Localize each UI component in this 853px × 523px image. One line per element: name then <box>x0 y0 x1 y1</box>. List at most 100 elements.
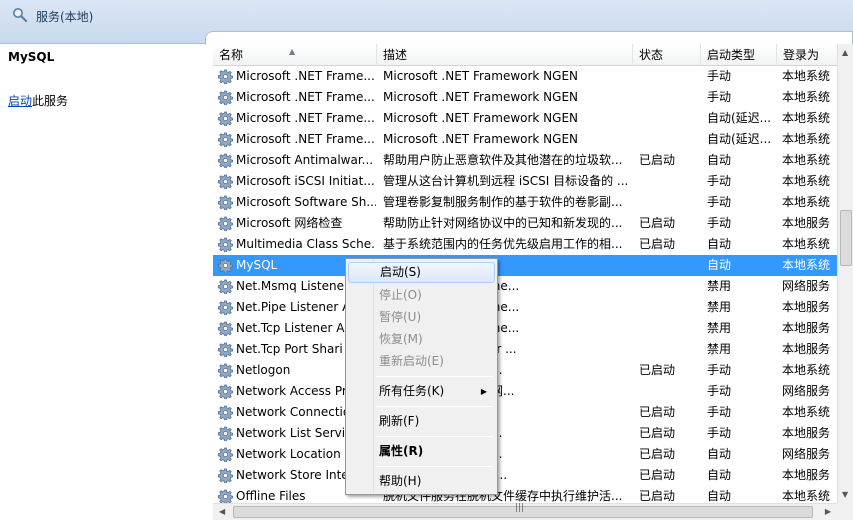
column-header-description[interactable]: 描述 <box>377 44 633 66</box>
service-startup-type: 自动 <box>707 447 732 461</box>
menu-item-all-tasks-label: 所有任务(K) <box>379 384 445 398</box>
service-gear-icon <box>218 111 233 127</box>
scroll-left-icon[interactable]: ◀ <box>219 507 225 516</box>
service-logon-as: 本地服务 <box>782 342 831 356</box>
service-status <box>639 297 699 318</box>
service-gear-icon <box>218 216 233 232</box>
service-gear-icon <box>218 237 233 253</box>
vertical-scrollbar[interactable]: ▲ ▼ <box>837 44 853 503</box>
service-logon-as: 网络服务 <box>782 447 831 461</box>
menu-item-resume[interactable]: 恢复(M) <box>348 329 495 350</box>
menu-item-pause[interactable]: 暂停(U) <box>348 307 495 328</box>
selected-service-title: MySQL <box>8 50 55 64</box>
menu-item-restart[interactable]: 重新启动(E) <box>348 351 495 372</box>
service-row[interactable]: Microsoft .NET Frame... Microsoft .NET Fr… <box>213 87 837 108</box>
menu-item-stop[interactable]: 停止(O) <box>348 285 495 306</box>
service-row[interactable]: Offline Files 脱机文件服务在脱机文件缓存中执行维护活... 已启动 自动… <box>213 486 837 503</box>
service-row[interactable]: Network List Servic络，收集和存储这些...已启动手动本地服务 <box>213 423 837 444</box>
service-row[interactable]: Network Store Inte端发送网络通知(例如...已启动自动本地服务 <box>213 465 837 486</box>
scrollbar-corner <box>837 503 853 520</box>
service-description: 管理卷影复制服务制作的基于软件的卷影副... <box>383 195 623 209</box>
scroll-up-icon[interactable]: ▲ <box>842 48 848 57</box>
service-status: 已启动 <box>639 405 676 419</box>
column-header-logon[interactable]: 登录为 <box>777 44 837 66</box>
service-row[interactable]: Netlogon维护此计算机和域控...已启动手动本地系统 <box>213 360 837 381</box>
services-magnifier-icon <box>13 8 28 23</box>
service-gear-icon <box>218 258 233 274</box>
service-row[interactable]: Microsoft .NET Frame... Microsoft .NET Fr… <box>213 108 837 129</box>
service-logon-as: 本地服务 <box>782 426 831 440</box>
service-status <box>639 276 699 297</box>
list-header: 名称 ▲ 描述 状态 启动类型 登录为 <box>213 44 837 66</box>
service-row[interactable]: Net.Tcp Listener Arequests over the ne..… <box>213 318 837 339</box>
service-description: Microsoft .NET Framework NGEN <box>383 90 579 104</box>
menu-item-start[interactable]: 启动(S) <box>348 262 495 283</box>
service-status <box>639 87 699 108</box>
service-logon-as: 本地系统 <box>782 405 831 419</box>
service-startup-type: 自动(延迟... <box>707 111 771 125</box>
scroll-down-icon[interactable]: ▼ <box>842 490 848 499</box>
column-header-startup-type[interactable]: 启动类型 <box>701 44 777 66</box>
service-name: Microsoft 网络检查 <box>236 216 343 230</box>
service-startup-type: 自动 <box>707 258 732 272</box>
menu-separator <box>376 466 493 467</box>
service-gear-icon <box>218 153 233 169</box>
pane-frame <box>205 31 853 45</box>
service-logon-as: 本地系统 <box>782 69 831 83</box>
service-status: 已启动 <box>639 447 676 461</box>
left-pane: MySQL 启动此服务 <box>0 44 205 523</box>
service-gear-icon <box>218 405 233 421</box>
start-service-link[interactable]: 启动 <box>8 94 32 108</box>
menu-item-refresh[interactable]: 刷新(F) <box>348 411 495 432</box>
scroll-right-icon[interactable]: ▶ <box>825 507 831 516</box>
service-gear-icon <box>218 384 233 400</box>
service-gear-icon <box>218 342 233 358</box>
service-row[interactable]: Microsoft .NET Frame... Microsoft .NET Fr… <box>213 129 837 150</box>
service-row[interactable]: Microsoft .NET Frame... Microsoft .NET Fr… <box>213 66 837 87</box>
menu-item-help[interactable]: 帮助(H) <box>348 471 495 492</box>
service-row[interactable]: Microsoft 网络检查 帮助防止针对网络协议中的已知和新发现的... 已启动 手… <box>213 213 837 234</box>
vertical-scroll-thumb[interactable] <box>840 210 852 266</box>
service-startup-type: 手动 <box>707 174 732 188</box>
menu-item-all-tasks[interactable]: 所有任务(K) ▶ <box>348 381 495 402</box>
service-row[interactable]: Network Connectio”文件夹中对象，在...已启动手动本地系统 <box>213 402 837 423</box>
service-row[interactable]: Net.Msmq Listenerrequests over the ne...… <box>213 276 837 297</box>
service-row[interactable]: Multimedia Class Sche... 基于系统范围内的任务优先级启用工… <box>213 234 837 255</box>
service-row[interactable]: Net.Tcp Port Sharihare TCP ports over ..… <box>213 339 837 360</box>
menu-item-properties[interactable]: 属性(R) <box>348 441 495 462</box>
service-row[interactable]: Net.Pipe Listener Arequests over the ne.… <box>213 297 837 318</box>
service-name: Microsoft iSCSI Initiat... <box>236 174 375 188</box>
service-logon-as: 本地系统 <box>782 174 831 188</box>
column-header-name[interactable]: 名称 ▲ <box>213 44 377 66</box>
horizontal-scrollbar[interactable]: ◀ ||| ▶ <box>213 503 837 520</box>
service-row[interactable]: Network Access Pr处理服务收集和管理网...手动网络服务 <box>213 381 837 402</box>
service-startup-type: 自动 <box>707 468 732 482</box>
service-startup-type: 禁用 <box>707 300 732 314</box>
chevron-right-icon: ▶ <box>480 387 487 396</box>
service-status <box>639 192 699 213</box>
service-startup-type: 自动(延迟... <box>707 132 771 146</box>
service-row[interactable]: Microsoft iSCSI Initiat... 管理从这台计算机到远程 iS… <box>213 171 837 192</box>
service-description: 帮助防止针对网络协议中的已知和新发现的... <box>383 216 623 230</box>
column-header-status[interactable]: 状态 <box>633 44 701 66</box>
service-status <box>639 381 699 402</box>
service-logon-as: 本地系统 <box>782 132 831 146</box>
service-row[interactable]: Microsoft Software Sh... 管理卷影复制服务制作的基于软件的… <box>213 192 837 213</box>
scroll-grip-icon: ||| <box>515 503 525 513</box>
services-list: 名称 ▲ 描述 状态 启动类型 登录为 Microsoft .NET Frame… <box>213 44 837 503</box>
service-logon-as: 本地系统 <box>782 90 831 104</box>
start-service-action: 启动此服务 <box>8 92 68 109</box>
service-gear-icon <box>218 447 233 463</box>
service-row[interactable]: Network Location信息，并在此信息被...已启动自动网络服务 <box>213 444 837 465</box>
service-startup-type: 自动 <box>707 489 732 503</box>
service-startup-type: 手动 <box>707 426 732 440</box>
service-gear-icon <box>218 321 233 337</box>
service-description: Microsoft .NET Framework NGEN <box>383 111 579 125</box>
service-logon-as: 本地服务 <box>782 300 831 314</box>
service-row[interactable]: Microsoft Antimalwar... 帮助用户防止恶意软件及其他潜在的垃… <box>213 150 837 171</box>
service-logon-as: 网络服务 <box>782 384 831 398</box>
service-description: Microsoft .NET Framework NGEN <box>383 132 579 146</box>
service-row[interactable]: MySQL 自动 本地系统 <box>213 255 837 276</box>
service-status <box>639 129 699 150</box>
service-name: Multimedia Class Sche... <box>236 237 376 251</box>
